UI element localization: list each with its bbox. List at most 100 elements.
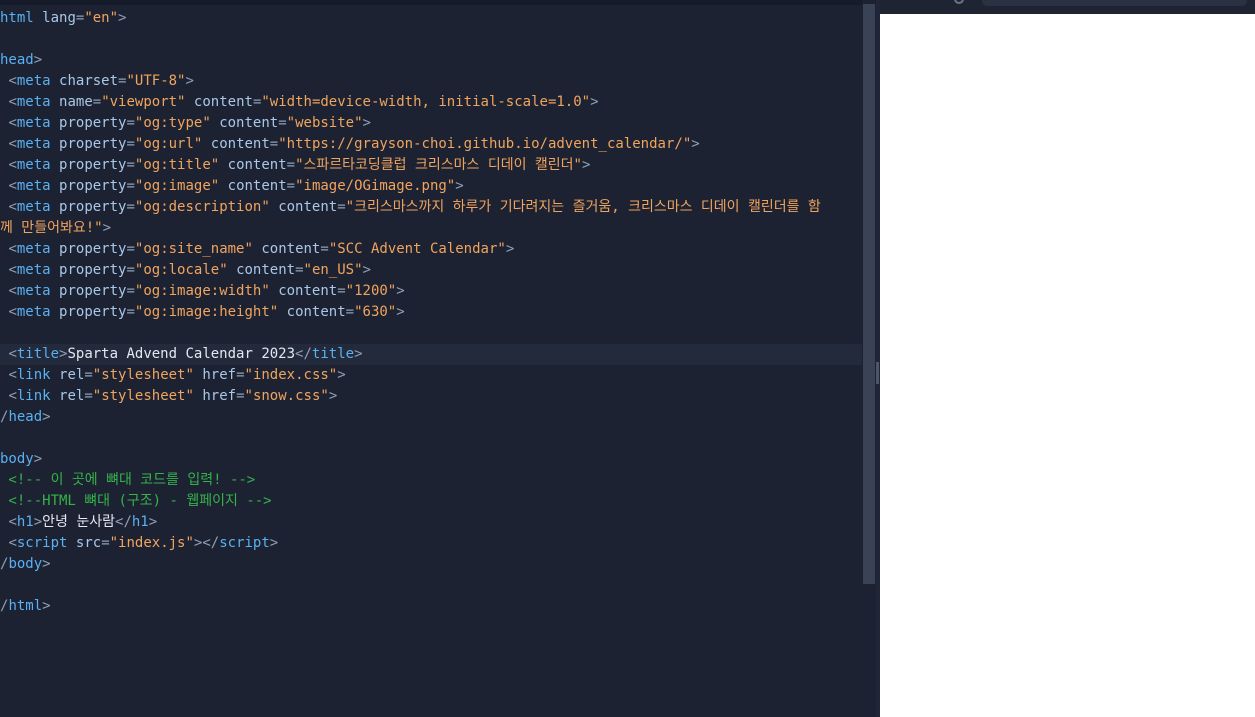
code-token-punct: = [337,283,346,299]
code-token-attr: content [193,94,253,110]
code-token-str: "스파르타코딩클럽 크리스마스 디데이 캘린더" [295,157,582,173]
code-token-punct: > [691,136,700,152]
refresh-icon[interactable] [954,0,964,4]
code-line[interactable]: <meta property="og:description" content=… [0,197,862,218]
code-token-punct: > [505,241,515,257]
code-token-punct: > [590,94,599,110]
code-token-punct: = [126,283,135,299]
code-token-str: "website" [286,115,363,131]
code-line[interactable]: <h1>안녕 눈사람</h1> [0,512,862,533]
code-token-punct: > [118,10,127,26]
code-line[interactable]: <meta property="og:title" content="스파르타코… [0,155,862,176]
code-line[interactable]: <link rel="stylesheet" href="index.css"> [0,365,862,386]
code-token-punct: < [8,157,17,173]
code-token-punct: = [126,157,135,173]
code-token-attr: lang [42,10,76,26]
code-line[interactable]: /html> [0,596,862,617]
code-editor[interactable]: html lang="en"> head> <meta charset="UTF-… [0,0,862,717]
code-token-punct: > [42,409,51,425]
code-line[interactable]: /head> [0,407,862,428]
preview-pane [880,0,1255,717]
code-line[interactable]: html lang="en"> [0,8,862,29]
code-token-punct: < [8,178,17,194]
code-line[interactable]: body> [0,449,862,470]
code-line[interactable]: <meta property="og:type" content="websit… [0,113,862,134]
code-token-tag: script [219,535,270,551]
code-token-str: "stylesheet" [92,367,194,383]
code-token-punct: = [236,388,245,404]
code-line[interactable] [0,428,862,449]
code-token-punct: > [33,451,43,467]
code-line[interactable]: <meta name="viewport" content="width=dev… [0,92,862,113]
code-token-tag: h1 [16,514,34,530]
code-token-punct: = [286,157,296,173]
code-line[interactable]: <meta property="og:locale" content="en_U… [0,260,862,281]
code-token-attr: property [59,178,127,194]
code-token-str: "og:image:width" [134,283,270,299]
code-line[interactable]: <script src="index.js"></script> [0,533,862,554]
code-token-punct: > [185,73,194,89]
code-token-punct: > [42,598,51,614]
code-token-punct: > [354,346,363,362]
code-token-punct: < [8,262,17,278]
code-token-punct: < [8,115,17,131]
code-line[interactable] [0,29,862,50]
code-line[interactable]: <meta property="og:url" content="https:/… [0,134,862,155]
code-token-str: "og:description" [134,199,270,215]
code-line[interactable]: <title>Sparta Advend Calendar 2023</titl… [0,344,862,365]
code-token-attr: href [202,388,237,404]
code-token-str: "og:image" [134,178,220,194]
code-token-attr: property [59,304,127,320]
code-token-str: "en" [84,10,119,26]
code-token-str: "630" [354,304,397,320]
code-line[interactable]: <!--HTML 뼈대 (구조) - 웹페이지 --> [0,491,862,512]
code-token-punct: = [236,367,245,383]
code-token-str: "og:title" [134,157,220,173]
code-line[interactable]: <meta property="og:image" content="image… [0,176,862,197]
code-token-punct: > [455,178,464,194]
code-token-attr: rel [59,388,85,404]
preview-address-bar[interactable] [982,0,1247,6]
code-token-punct: = [92,94,102,110]
splitter-grip-handle[interactable] [876,362,879,384]
code-token-str: "snow.css" [244,388,329,404]
code-token-punct: = [126,178,135,194]
editor-scrollbar-thumb[interactable] [863,4,875,584]
code-token-punct: = [126,136,135,152]
code-lines[interactable]: html lang="en"> head> <meta charset="UTF-… [0,8,862,617]
code-token-str: "en_US" [303,262,363,278]
code-token-punct: = [126,304,135,320]
code-token-punct: > [362,115,371,131]
code-line[interactable]: <meta property="og:image:width" content=… [0,281,862,302]
code-token-attr: content [219,115,279,131]
code-line[interactable] [0,575,862,596]
code-line[interactable] [0,323,862,344]
code-line[interactable]: 께 만들어봐요!"> [0,218,862,239]
code-token-attr: property [59,157,127,173]
code-token-punct: > [337,367,346,383]
code-line[interactable]: <meta property="og:image:height" content… [0,302,862,323]
code-token-punct: > [362,262,371,278]
code-line[interactable]: <link rel="stylesheet" href="snow.css"> [0,386,862,407]
code-line[interactable]: <!-- 이 곳에 뼈대 코드를 입력! --> [0,470,862,491]
code-line[interactable]: <meta charset="UTF-8"> [0,71,862,92]
code-token-str: "UTF-8" [126,73,186,89]
code-token-attr: content [286,304,346,320]
code-token-tag: meta [16,241,51,257]
code-token-str: 께 만들어봐요!" [0,220,103,236]
code-token-attr: property [59,136,127,152]
code-token-attr: content [210,136,270,152]
code-token-punct: </ [295,346,312,362]
code-token-punct: < [8,241,17,257]
code-line[interactable]: <meta property="og:site_name" content="S… [0,239,862,260]
code-line[interactable]: head> [0,50,862,71]
code-token-punct: = [337,199,346,215]
code-line[interactable]: /body> [0,554,862,575]
